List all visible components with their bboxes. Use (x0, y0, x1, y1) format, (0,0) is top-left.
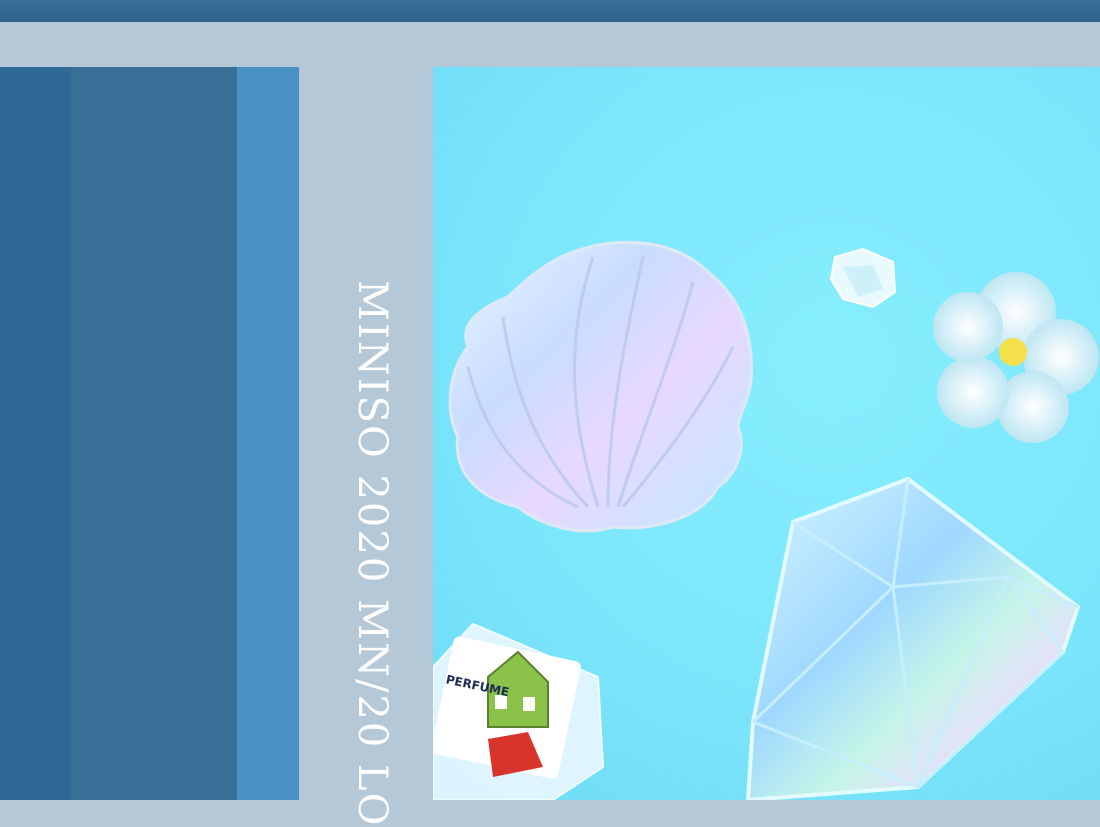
product-photo: PERFUME (433, 67, 1100, 800)
top-color-strip (0, 0, 1100, 22)
shell-pouch (448, 240, 754, 533)
perfume-bottle: PERFUME (433, 622, 605, 800)
diamond-pouch (745, 476, 1081, 800)
color-column-3 (237, 67, 299, 800)
vertical-brand-text: MINISO 2020 MN/20 LO (349, 280, 395, 827)
product-photo-illustration: PERFUME (433, 240, 1099, 800)
light-band (0, 22, 1100, 67)
ice-cube (829, 247, 897, 309)
knitted-flower (933, 272, 1099, 443)
color-column-2 (71, 67, 237, 800)
color-column-1 (0, 67, 71, 800)
